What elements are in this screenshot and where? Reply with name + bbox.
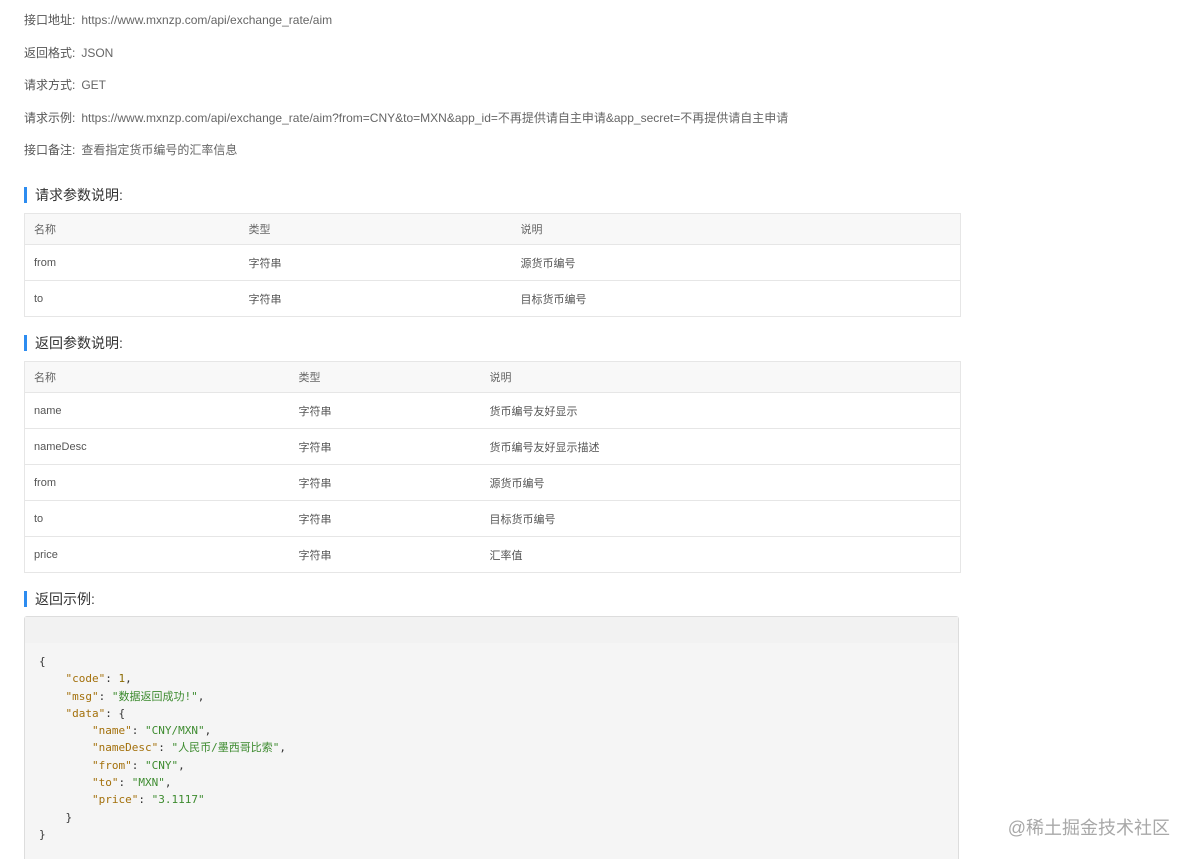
param-desc: 源货币编号 [511,244,961,281]
code-line: "nameDesc": "人民币/墨西哥比索", [91,741,286,755]
header-desc: 说明 [480,361,961,393]
table-header-row: 名称 类型 说明 [24,361,961,393]
table-row: from 字符串 源货币编号 [24,244,961,281]
table-row: to 字符串 目标货币编号 [24,500,961,537]
code-line: "code": 1, [65,672,132,686]
format-value: JSON [81,46,114,60]
param-desc: 汇率值 [489,549,523,562]
watermark: @稀土掘金技术社区 [1007,818,1170,838]
response-params-title: 返回参数说明: [24,335,123,351]
info-label: 请求方式: [24,78,76,92]
param-name: to [24,500,290,537]
param-type: 字符串 [289,500,481,537]
table-row: from 字符串 源货币编号 [24,464,961,501]
code-block-header [25,617,958,643]
table-row: price 字符串 汇率值 [25,537,961,573]
param-name: price [34,548,58,561]
code-line: } [39,810,73,824]
example-url: https://www.mxnzp.com/api/exchange_rate/… [81,111,789,125]
param-type: 字符串 [289,428,481,465]
method-value: GET [81,78,107,92]
info-row-endpoint: 接口地址: https://www.mxnzp.com/api/exchange_… [24,12,332,28]
code-line: "from": "CNY", [91,758,185,772]
code-line: "name": "CNY/MXN", [91,724,212,738]
endpoint-url: https://www.mxnzp.com/api/exchange_rate/… [81,13,333,27]
info-label: 接口地址: [24,13,76,27]
response-params-table: 名称 类型 说明 name 字符串 货币编号友好显示 nameDesc 字符串 … [24,361,961,573]
param-desc: 源货币编号 [480,464,961,501]
json-example: { "code": 1, "msg": "数据返回成功!", "data": {… [25,643,958,843]
header-name: 名称 [24,361,290,393]
info-label: 返回格式: [24,46,76,60]
header-name: 名称 [24,213,240,245]
param-type: 字符串 [239,244,512,281]
code-line: "data": { [65,706,126,720]
code-block: { "code": 1, "msg": "数据返回成功!", "data": {… [24,616,959,859]
param-desc: 目标货币编号 [520,293,587,306]
code-line: { [39,655,46,668]
request-params-table: 名称 类型 说明 from 字符串 源货币编号 to 字符串 目标货币编号 [24,213,961,317]
table-header-row: 名称 类型 说明 [24,213,961,245]
header-type: 类型 [289,361,481,393]
param-type: 字符串 [298,549,332,562]
code-line: "to": "MXN", [91,776,172,790]
info-row-example: 请求示例: https://www.mxnzp.com/api/exchange_… [24,110,788,126]
request-params-title: 请求参数说明: [24,187,123,203]
param-desc: 货币编号友好显示 [480,392,961,429]
param-desc: 目标货币编号 [480,500,961,537]
code-line: "price": "3.1117" [91,793,205,807]
param-name: to [34,292,44,305]
param-name: nameDesc [24,428,290,465]
table-row: to 字符串 目标货币编号 [25,281,961,317]
table-row: name 字符串 货币编号友好显示 [24,392,961,429]
param-type: 字符串 [289,464,481,501]
header-type: 类型 [239,213,512,245]
header-desc: 说明 [511,213,961,245]
remark-value: 查看指定货币编号的汇率信息 [81,143,238,157]
param-type: 字符串 [248,293,282,306]
code-line: "msg": "数据返回成功!", [65,689,205,703]
code-line: } [39,827,46,841]
param-type: 字符串 [289,392,481,429]
info-label: 接口备注: [24,143,76,157]
param-desc: 货币编号友好显示描述 [480,428,961,465]
info-row-method: 请求方式: GET [24,77,106,93]
info-row-format: 返回格式: JSON [24,45,113,61]
param-name: from [24,464,290,501]
info-row-remark: 接口备注: 查看指定货币编号的汇率信息 [24,142,237,158]
param-name: name [24,392,290,429]
table-row: nameDesc 字符串 货币编号友好显示描述 [24,428,961,465]
example-title: 返回示例: [24,591,95,607]
param-name: from [24,244,240,281]
info-label: 请求示例: [24,111,76,125]
